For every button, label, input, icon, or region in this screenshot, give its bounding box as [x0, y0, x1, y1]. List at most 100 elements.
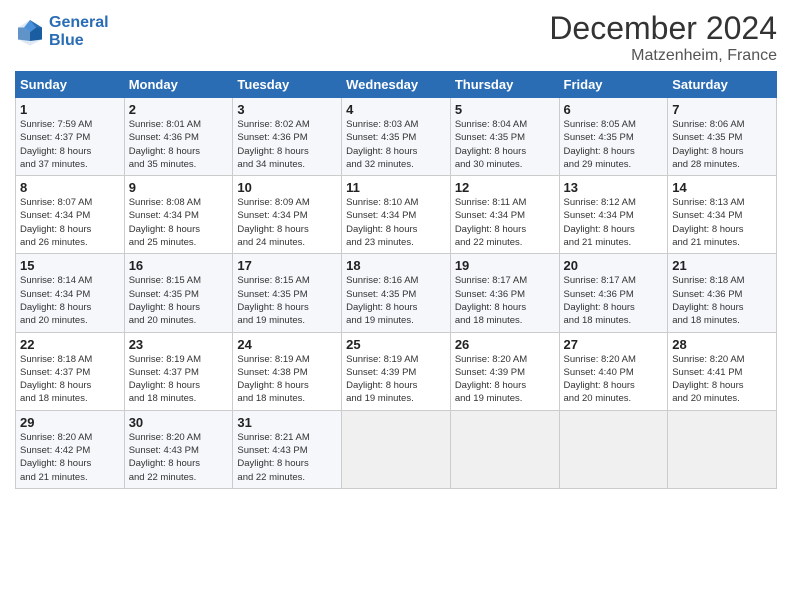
calendar-day-cell: 9Sunrise: 8:08 AMSunset: 4:34 PMDaylight… — [124, 176, 233, 254]
day-info: Sunrise: 8:20 AMSunset: 4:43 PMDaylight:… — [129, 431, 229, 484]
day-info: Sunrise: 8:13 AMSunset: 4:34 PMDaylight:… — [672, 196, 772, 249]
calendar-day-cell: 18Sunrise: 8:16 AMSunset: 4:35 PMDayligh… — [342, 254, 451, 332]
day-info: Sunrise: 7:59 AMSunset: 4:37 PMDaylight:… — [20, 118, 120, 171]
day-number: 3 — [237, 102, 337, 117]
calendar-day-cell: 12Sunrise: 8:11 AMSunset: 4:34 PMDayligh… — [450, 176, 559, 254]
calendar-day-cell: 11Sunrise: 8:10 AMSunset: 4:34 PMDayligh… — [342, 176, 451, 254]
day-info: Sunrise: 8:19 AMSunset: 4:39 PMDaylight:… — [346, 353, 446, 406]
calendar-day-cell: 31Sunrise: 8:21 AMSunset: 4:43 PMDayligh… — [233, 410, 342, 488]
day-number: 1 — [20, 102, 120, 117]
calendar-day-cell: 15Sunrise: 8:14 AMSunset: 4:34 PMDayligh… — [16, 254, 125, 332]
day-info: Sunrise: 8:11 AMSunset: 4:34 PMDaylight:… — [455, 196, 555, 249]
calendar-day-cell: 5Sunrise: 8:04 AMSunset: 4:35 PMDaylight… — [450, 98, 559, 176]
day-info: Sunrise: 8:15 AMSunset: 4:35 PMDaylight:… — [237, 274, 337, 327]
day-info: Sunrise: 8:15 AMSunset: 4:35 PMDaylight:… — [129, 274, 229, 327]
calendar-day-cell: 28Sunrise: 8:20 AMSunset: 4:41 PMDayligh… — [668, 332, 777, 410]
location-title: Matzenheim, France — [549, 47, 777, 65]
calendar-day-cell: 8Sunrise: 8:07 AMSunset: 4:34 PMDaylight… — [16, 176, 125, 254]
day-number: 7 — [672, 102, 772, 117]
day-info: Sunrise: 8:19 AMSunset: 4:38 PMDaylight:… — [237, 353, 337, 406]
calendar-day-cell: 21Sunrise: 8:18 AMSunset: 4:36 PMDayligh… — [668, 254, 777, 332]
day-number: 20 — [564, 258, 664, 273]
calendar-day-cell: 20Sunrise: 8:17 AMSunset: 4:36 PMDayligh… — [559, 254, 668, 332]
calendar-week-row: 29Sunrise: 8:20 AMSunset: 4:42 PMDayligh… — [16, 410, 777, 488]
month-title: December 2024 — [549, 10, 777, 47]
calendar-week-row: 22Sunrise: 8:18 AMSunset: 4:37 PMDayligh… — [16, 332, 777, 410]
day-number: 8 — [20, 180, 120, 195]
day-info: Sunrise: 8:17 AMSunset: 4:36 PMDaylight:… — [455, 274, 555, 327]
day-number: 21 — [672, 258, 772, 273]
day-info: Sunrise: 8:16 AMSunset: 4:35 PMDaylight:… — [346, 274, 446, 327]
day-info: Sunrise: 8:08 AMSunset: 4:34 PMDaylight:… — [129, 196, 229, 249]
day-number: 31 — [237, 415, 337, 430]
calendar-day-cell: 6Sunrise: 8:05 AMSunset: 4:35 PMDaylight… — [559, 98, 668, 176]
calendar-day-cell — [668, 410, 777, 488]
day-number: 17 — [237, 258, 337, 273]
day-number: 5 — [455, 102, 555, 117]
day-number: 14 — [672, 180, 772, 195]
calendar-week-row: 1Sunrise: 7:59 AMSunset: 4:37 PMDaylight… — [16, 98, 777, 176]
day-info: Sunrise: 8:17 AMSunset: 4:36 PMDaylight:… — [564, 274, 664, 327]
calendar-day-cell: 25Sunrise: 8:19 AMSunset: 4:39 PMDayligh… — [342, 332, 451, 410]
calendar-week-row: 15Sunrise: 8:14 AMSunset: 4:34 PMDayligh… — [16, 254, 777, 332]
weekday-header-wednesday: Wednesday — [342, 72, 451, 98]
day-info: Sunrise: 8:20 AMSunset: 4:40 PMDaylight:… — [564, 353, 664, 406]
day-number: 10 — [237, 180, 337, 195]
calendar-week-row: 8Sunrise: 8:07 AMSunset: 4:34 PMDaylight… — [16, 176, 777, 254]
logo: General Blue — [15, 14, 109, 49]
header: General Blue December 2024 Matzenheim, F… — [15, 10, 777, 65]
calendar-day-cell — [342, 410, 451, 488]
day-number: 19 — [455, 258, 555, 273]
weekday-header-saturday: Saturday — [668, 72, 777, 98]
weekday-header-friday: Friday — [559, 72, 668, 98]
logo-text: General Blue — [49, 14, 109, 49]
day-info: Sunrise: 8:03 AMSunset: 4:35 PMDaylight:… — [346, 118, 446, 171]
weekday-header-thursday: Thursday — [450, 72, 559, 98]
day-number: 16 — [129, 258, 229, 273]
day-number: 6 — [564, 102, 664, 117]
day-number: 27 — [564, 337, 664, 352]
page-container: General Blue December 2024 Matzenheim, F… — [0, 0, 792, 499]
day-number: 15 — [20, 258, 120, 273]
calendar-day-cell: 16Sunrise: 8:15 AMSunset: 4:35 PMDayligh… — [124, 254, 233, 332]
day-number: 2 — [129, 102, 229, 117]
day-number: 23 — [129, 337, 229, 352]
calendar-day-cell: 29Sunrise: 8:20 AMSunset: 4:42 PMDayligh… — [16, 410, 125, 488]
day-info: Sunrise: 8:06 AMSunset: 4:35 PMDaylight:… — [672, 118, 772, 171]
day-info: Sunrise: 8:18 AMSunset: 4:36 PMDaylight:… — [672, 274, 772, 327]
day-info: Sunrise: 8:20 AMSunset: 4:42 PMDaylight:… — [20, 431, 120, 484]
day-info: Sunrise: 8:12 AMSunset: 4:34 PMDaylight:… — [564, 196, 664, 249]
calendar-day-cell: 24Sunrise: 8:19 AMSunset: 4:38 PMDayligh… — [233, 332, 342, 410]
day-info: Sunrise: 8:20 AMSunset: 4:39 PMDaylight:… — [455, 353, 555, 406]
day-info: Sunrise: 8:07 AMSunset: 4:34 PMDaylight:… — [20, 196, 120, 249]
calendar-day-cell — [559, 410, 668, 488]
calendar-day-cell: 27Sunrise: 8:20 AMSunset: 4:40 PMDayligh… — [559, 332, 668, 410]
day-number: 13 — [564, 180, 664, 195]
calendar-day-cell: 23Sunrise: 8:19 AMSunset: 4:37 PMDayligh… — [124, 332, 233, 410]
weekday-header-monday: Monday — [124, 72, 233, 98]
calendar-day-cell — [450, 410, 559, 488]
day-info: Sunrise: 8:09 AMSunset: 4:34 PMDaylight:… — [237, 196, 337, 249]
day-number: 26 — [455, 337, 555, 352]
calendar-day-cell: 2Sunrise: 8:01 AMSunset: 4:36 PMDaylight… — [124, 98, 233, 176]
day-number: 11 — [346, 180, 446, 195]
calendar-day-cell: 1Sunrise: 7:59 AMSunset: 4:37 PMDaylight… — [16, 98, 125, 176]
day-number: 28 — [672, 337, 772, 352]
calendar-day-cell: 13Sunrise: 8:12 AMSunset: 4:34 PMDayligh… — [559, 176, 668, 254]
day-info: Sunrise: 8:19 AMSunset: 4:37 PMDaylight:… — [129, 353, 229, 406]
calendar-day-cell: 3Sunrise: 8:02 AMSunset: 4:36 PMDaylight… — [233, 98, 342, 176]
calendar-day-cell: 14Sunrise: 8:13 AMSunset: 4:34 PMDayligh… — [668, 176, 777, 254]
day-number: 4 — [346, 102, 446, 117]
day-info: Sunrise: 8:01 AMSunset: 4:36 PMDaylight:… — [129, 118, 229, 171]
day-info: Sunrise: 8:14 AMSunset: 4:34 PMDaylight:… — [20, 274, 120, 327]
calendar-day-cell: 10Sunrise: 8:09 AMSunset: 4:34 PMDayligh… — [233, 176, 342, 254]
calendar-day-cell: 26Sunrise: 8:20 AMSunset: 4:39 PMDayligh… — [450, 332, 559, 410]
day-number: 22 — [20, 337, 120, 352]
day-info: Sunrise: 8:21 AMSunset: 4:43 PMDaylight:… — [237, 431, 337, 484]
day-number: 12 — [455, 180, 555, 195]
day-number: 29 — [20, 415, 120, 430]
weekday-header-tuesday: Tuesday — [233, 72, 342, 98]
day-info: Sunrise: 8:20 AMSunset: 4:41 PMDaylight:… — [672, 353, 772, 406]
title-block: December 2024 Matzenheim, France — [549, 10, 777, 65]
calendar-body: 1Sunrise: 7:59 AMSunset: 4:37 PMDaylight… — [16, 98, 777, 489]
